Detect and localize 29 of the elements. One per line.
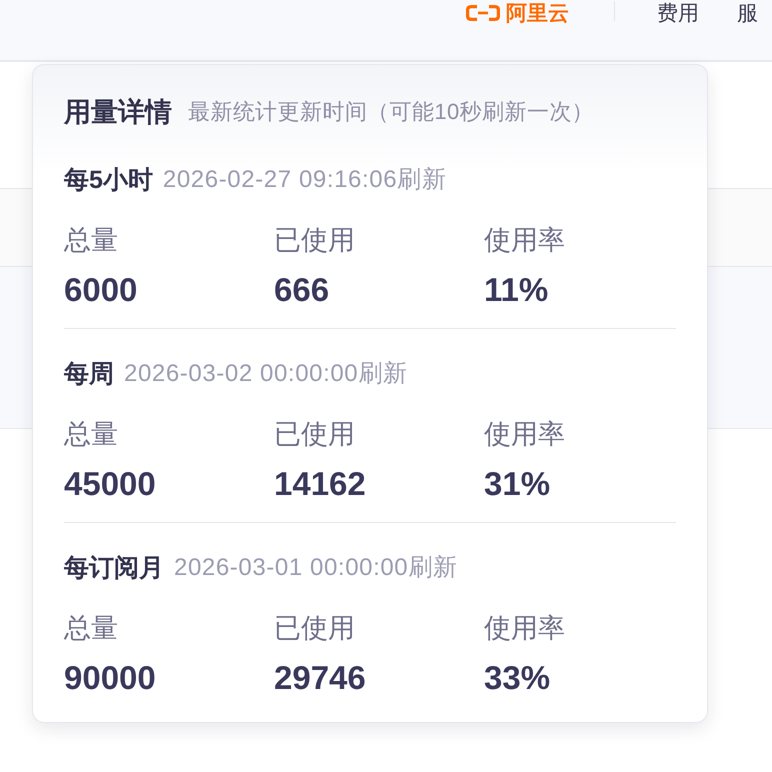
- stat-label: 使用率: [484, 224, 565, 257]
- stat-value: 14162: [274, 464, 366, 504]
- popover-subtitle: 最新统计更新时间（可能10秒刷新一次）: [188, 98, 594, 126]
- stat-value: 31%: [484, 464, 550, 504]
- stat-label: 使用率: [484, 612, 565, 645]
- period-title: 每5小时: [64, 165, 153, 196]
- stat-value: 666: [274, 270, 330, 310]
- nav-link[interactable]: 费用: [657, 1, 699, 26]
- refresh-time: 2026-03-01 00:00:00刷新: [174, 553, 458, 583]
- stat-value: 6000: [64, 270, 138, 310]
- stat-value: 45000: [64, 464, 156, 504]
- stat-label: 已使用: [274, 418, 355, 451]
- logo-icon: [466, 5, 500, 21]
- popover-title: 用量详情: [64, 96, 172, 129]
- stat-label: 总量: [64, 418, 118, 451]
- period-title: 每订阅月: [64, 553, 164, 584]
- stat-label: 已使用: [274, 612, 355, 645]
- refresh-time: 2026-03-02 00:00:00刷新: [124, 359, 408, 389]
- refresh-time: 2026-02-27 09:16:06刷新: [162, 165, 446, 195]
- stat-value: 11%: [484, 270, 548, 310]
- period-title: 每周: [64, 359, 114, 390]
- stat-value: 33%: [484, 658, 550, 698]
- stat-label: 已使用: [274, 224, 355, 257]
- stat-value: 29746: [274, 658, 366, 698]
- stat-label: 总量: [64, 224, 118, 257]
- nav-link[interactable]: 服: [737, 1, 758, 26]
- stat-label: 总量: [64, 612, 118, 645]
- stat-value: 90000: [64, 658, 156, 698]
- stat-label: 使用率: [484, 418, 565, 451]
